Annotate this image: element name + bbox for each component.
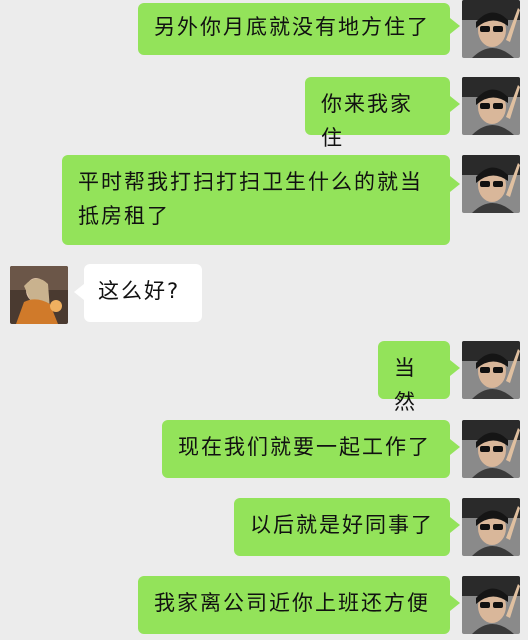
avatar-self[interactable] [462,576,520,634]
sent-message-bubble[interactable]: 现在我们就要一起工作了 [162,420,450,478]
sent-message-bubble[interactable]: 当然 [378,341,450,414]
avatar-self[interactable] [462,155,520,213]
avatar-self-image [462,498,520,556]
bubble-tail [450,18,460,34]
avatar-self[interactable] [462,77,520,135]
avatar-self[interactable] [462,498,520,556]
message-text: 现在我们就要一起工作了 [178,435,431,459]
avatar-self[interactable] [462,0,520,58]
received-message-bubble[interactable]: 这么好? [84,264,202,322]
bubble-tail [450,176,460,192]
bubble-tail [450,360,460,376]
message-text: 平时帮我打扫打扫卫生什么的就当抵房租了 [78,170,423,228]
message-text: 这么好? [98,279,181,303]
message-text: 以后就是好同事了 [250,513,434,537]
message-text: 你来我家住 [321,92,413,150]
bubble-tail [450,439,460,455]
avatar-self-image [462,77,520,135]
sent-message-bubble[interactable]: 另外你月底就没有地方住了 [138,3,450,55]
message-text: 当然 [394,356,417,414]
bubble-tail [450,517,460,533]
sent-message-bubble[interactable]: 你来我家住 [305,77,450,150]
sent-message-bubble[interactable]: 我家离公司近你上班还方便 [138,576,450,634]
message-text: 另外你月底就没有地方住了 [154,15,430,39]
avatar-self[interactable] [462,420,520,478]
avatar-contact[interactable] [10,266,68,324]
avatar-self-image [462,0,520,58]
bubble-tail [450,96,460,112]
avatar-self-image [462,420,520,478]
sent-message-bubble[interactable]: 以后就是好同事了 [234,498,450,556]
avatar-self-image [462,576,520,634]
bubble-tail [450,595,460,611]
avatar-self-image [462,155,520,213]
message-text: 我家离公司近你上班还方便 [154,591,430,615]
avatar-self-image [462,341,520,399]
sent-message-bubble[interactable]: 平时帮我打扫打扫卫生什么的就当抵房租了 [62,155,450,245]
avatar-self[interactable] [462,341,520,399]
avatar-contact-image [10,266,68,324]
bubble-tail [74,284,84,300]
